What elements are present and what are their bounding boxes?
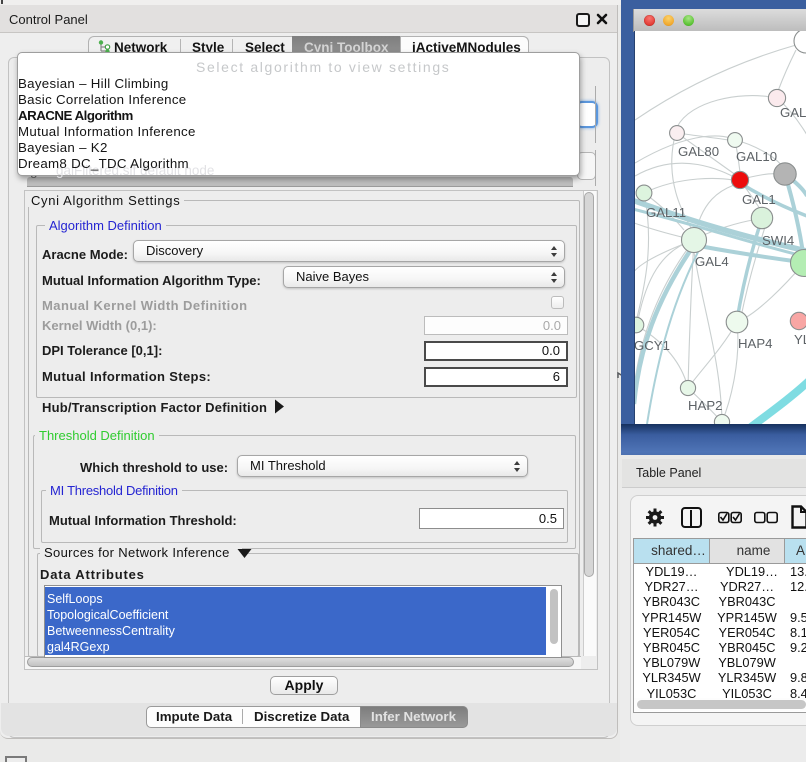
svg-text:YL: YL — [794, 332, 806, 347]
svg-text:GAL4: GAL4 — [695, 254, 729, 269]
svg-text:HAP2: HAP2 — [688, 398, 722, 413]
svg-text:GCY1: GCY1 — [634, 338, 670, 353]
svg-text:GAL7: GAL7 — [780, 105, 806, 120]
svg-text:GAL11: GAL11 — [646, 205, 686, 220]
svg-text:SWI4: SWI4 — [762, 233, 794, 248]
svg-text:GAL10: GAL10 — [736, 149, 777, 164]
svg-text:HAP4: HAP4 — [738, 336, 772, 351]
svg-text:GAL80: GAL80 — [678, 144, 719, 159]
svg-text:GAL1: GAL1 — [742, 192, 776, 207]
